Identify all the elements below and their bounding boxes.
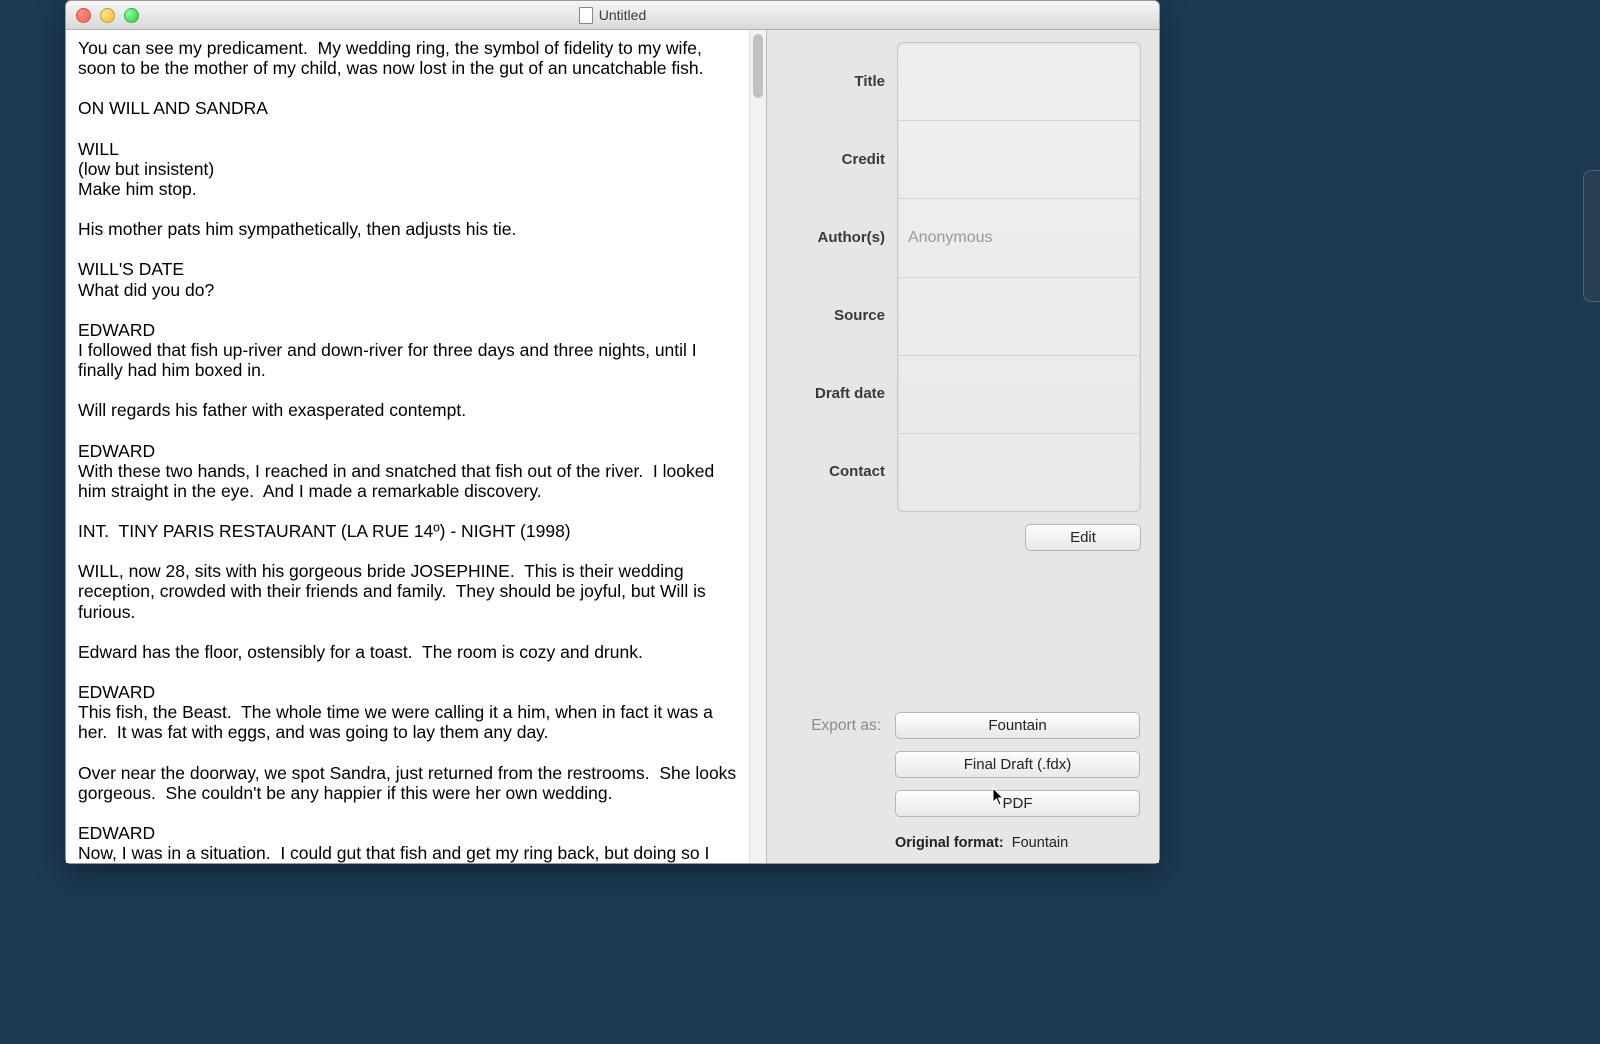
sidebar: Title Credit Author(s) Source Draft date… xyxy=(767,30,1159,863)
credit-field[interactable] xyxy=(898,121,1140,199)
source-field[interactable] xyxy=(898,278,1140,356)
label-source: Source xyxy=(785,307,885,324)
label-contact: Contact xyxy=(785,463,885,480)
close-icon[interactable] xyxy=(76,8,91,23)
metadata-section: Title Credit Author(s) Source Draft date… xyxy=(785,42,1141,512)
metadata-fields: Anonymous xyxy=(897,42,1141,512)
screenplay-editor[interactable]: You can see my predicament. My wedding r… xyxy=(66,30,749,863)
export-pdf-button[interactable]: PDF xyxy=(895,790,1140,817)
titlebar: Untitled xyxy=(66,1,1159,30)
label-credit: Credit xyxy=(785,151,885,168)
window-controls xyxy=(76,8,139,23)
export-fountain-button[interactable]: Fountain xyxy=(895,712,1140,739)
export-row-fountain: Export as: Fountain xyxy=(785,712,1141,739)
contact-field[interactable] xyxy=(898,434,1140,511)
window-title-wrap: Untitled xyxy=(66,7,1159,24)
title-field[interactable] xyxy=(898,43,1140,121)
editor-pane: You can see my predicament. My wedding r… xyxy=(66,30,767,863)
window-title: Untitled xyxy=(599,7,646,23)
label-draftdate: Draft date xyxy=(785,385,885,402)
draftdate-field[interactable] xyxy=(898,356,1140,434)
export-label: Export as: xyxy=(785,717,881,735)
edit-button[interactable]: Edit xyxy=(1025,524,1141,551)
zoom-icon[interactable] xyxy=(124,8,139,23)
original-format: Original format: Fountain xyxy=(895,835,1141,851)
app-window: Untitled You can see my predicament. My … xyxy=(65,0,1160,864)
authors-field[interactable]: Anonymous xyxy=(898,199,1140,277)
export-row-pdf: PDF xyxy=(785,790,1141,817)
label-title: Title xyxy=(785,73,885,90)
editor-scrollbar[interactable] xyxy=(749,30,766,863)
window-body: You can see my predicament. My wedding r… xyxy=(66,30,1159,863)
export-fdx-button[interactable]: Final Draft (.fdx) xyxy=(895,751,1140,778)
scrollbar-thumb[interactable] xyxy=(753,34,763,98)
export-row-fdx: Final Draft (.fdx) xyxy=(785,751,1141,778)
metadata-labels: Title Credit Author(s) Source Draft date… xyxy=(785,42,885,510)
edit-row: Edit xyxy=(785,524,1141,551)
original-format-label: Original format: xyxy=(895,835,1004,851)
export-section: Export as: Fountain Final Draft (.fdx) P… xyxy=(785,692,1141,851)
document-icon xyxy=(579,7,593,24)
label-authors: Author(s) xyxy=(785,229,885,246)
minimize-icon[interactable] xyxy=(100,8,115,23)
right-edge-tab[interactable] xyxy=(1583,170,1600,302)
original-format-value: Fountain xyxy=(1012,835,1068,851)
